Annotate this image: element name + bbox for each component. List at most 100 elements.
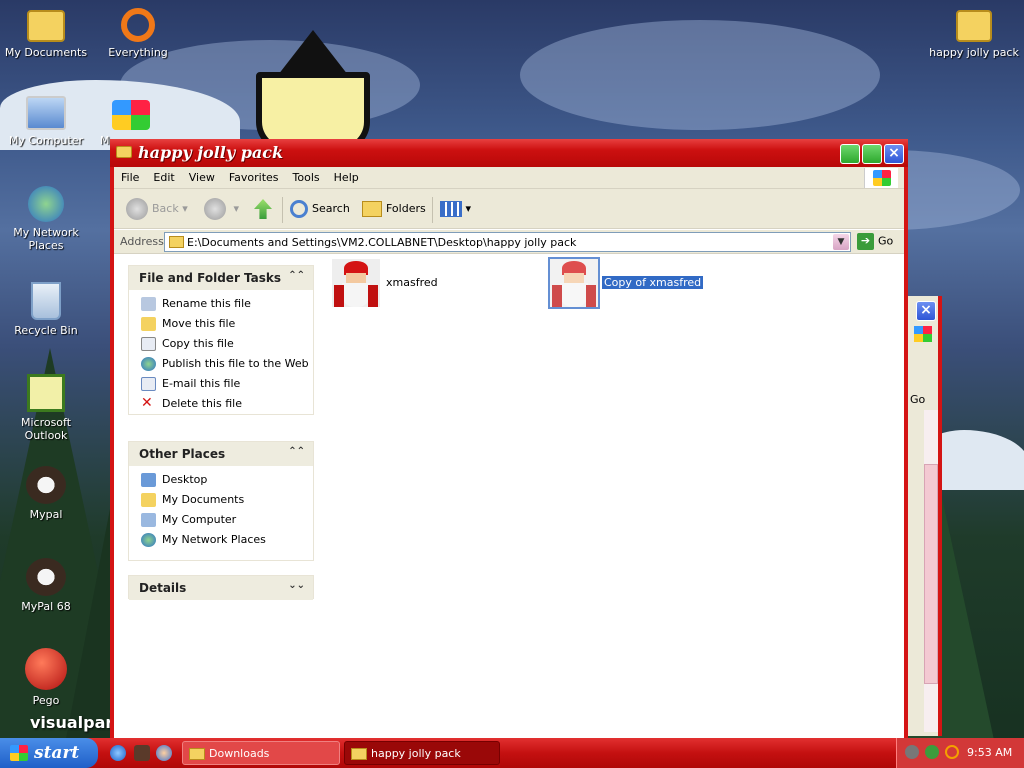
title-bar[interactable]: happy jolly pack × <box>110 139 908 167</box>
file-list[interactable]: xmasfred Copy of xmasfred <box>326 255 904 739</box>
forward-button[interactable]: ▾ <box>204 197 239 221</box>
back-button[interactable]: Back ▾ <box>126 197 188 221</box>
go-button[interactable]: ➔ Go <box>857 233 893 250</box>
search-icon[interactable] <box>945 745 959 759</box>
desktop-icon-mypal[interactable]: Mypal <box>0 466 92 521</box>
desktop-icon-happy-jolly-pack[interactable]: happy jolly pack <box>928 6 1020 59</box>
wallpaper-text: visualpar <box>30 713 114 732</box>
address-label: Address <box>120 235 164 248</box>
red-orb-icon <box>25 648 67 690</box>
folders-button[interactable]: Folders <box>362 197 426 221</box>
chevron-down-icon[interactable]: ▼ <box>833 234 849 250</box>
app-quicklaunch-icon[interactable] <box>134 745 150 761</box>
desktop-icon-everything[interactable]: Everything <box>92 6 184 59</box>
desktop-icon <box>141 473 156 487</box>
desktop-icon-my-computer[interactable]: My Computer <box>0 96 92 147</box>
place-desktop[interactable]: Desktop <box>129 470 313 490</box>
menu-view[interactable]: View <box>182 167 222 188</box>
recycle-bin-icon <box>31 282 61 320</box>
folder-icon <box>956 10 992 42</box>
panel-header[interactable]: File and Folder Tasks ⌃⌃ <box>129 266 313 290</box>
taskbar-item-downloads[interactable]: Downloads <box>182 741 340 765</box>
desktop-icon-label: MyPal 68 <box>21 600 71 613</box>
task-copy-file[interactable]: Copy this file <box>129 334 313 354</box>
close-button[interactable]: × <box>884 144 904 164</box>
computer-icon <box>141 513 156 527</box>
browser-quicklaunch-icon[interactable] <box>156 745 172 761</box>
desktop-icon-microsoft-outlook[interactable]: Microsoft Outlook <box>0 374 92 442</box>
windows-logo-icon <box>914 326 932 342</box>
desktop-icon-label: Mypal <box>29 508 63 521</box>
toolbar: Back ▾ ▾ Search Folders ▾ <box>114 189 904 229</box>
address-input[interactable]: E:\Documents and Settings\VM2.COLLABNET\… <box>164 232 851 252</box>
task-publish-web[interactable]: Publish this file to the Web <box>129 354 313 374</box>
go-button[interactable]: Go <box>910 393 925 406</box>
chevron-up-icon[interactable]: ⌃⌃ <box>288 446 305 457</box>
app-shortcut-icon <box>112 100 150 130</box>
raccoon-icon <box>26 558 66 596</box>
desktop-icon-mypal-68[interactable]: MyPal 68 <box>0 558 92 613</box>
maximize-button[interactable] <box>862 144 882 164</box>
minimize-button[interactable] <box>840 144 860 164</box>
tray-icon-2[interactable] <box>925 745 939 759</box>
folders-label: Folders <box>386 202 426 215</box>
window-title: happy jolly pack <box>138 143 284 162</box>
views-button[interactable]: ▾ <box>440 197 471 221</box>
taskbar-item-happy-jolly-pack[interactable]: happy jolly pack <box>344 741 500 765</box>
menu-favorites[interactable]: Favorites <box>222 167 286 188</box>
menu-file[interactable]: File <box>114 167 146 188</box>
panel-header[interactable]: Details ⌄⌄ <box>129 576 313 600</box>
raccoon-icon <box>26 466 66 504</box>
desktop-icon-my-documents[interactable]: My Documents <box>0 6 92 59</box>
place-my-computer[interactable]: My Computer <box>129 510 313 530</box>
windows-logo-icon <box>10 745 28 761</box>
task-email-file[interactable]: E-mail this file <box>129 374 313 394</box>
task-label: happy jolly pack <box>371 747 461 760</box>
outlook-icon <box>27 374 65 412</box>
delete-x-icon: ✕ <box>141 395 153 411</box>
panel-header[interactable]: Other Places ⌃⌃ <box>129 442 313 466</box>
task-move-file[interactable]: Move this file <box>129 314 313 334</box>
back-label: Back <box>152 202 179 215</box>
chevron-down-icon[interactable]: ⌄⌄ <box>288 580 305 591</box>
file-name: xmasfred <box>386 276 438 289</box>
file-folder-tasks-panel: File and Folder Tasks ⌃⌃ Rename this file… <box>128 265 314 415</box>
folders-icon <box>362 201 382 217</box>
file-item-xmasfred[interactable]: xmasfred <box>332 259 492 307</box>
other-places-panel: Other Places ⌃⌃ Desktop My Documents My C… <box>128 441 314 561</box>
views-icon <box>440 201 462 217</box>
tray-icon-1[interactable] <box>905 745 919 759</box>
task-delete-file[interactable]: ✕ Delete this file <box>129 394 313 414</box>
place-my-documents[interactable]: My Documents <box>129 490 313 510</box>
go-arrow-icon: ➔ <box>857 233 874 250</box>
file-item-copy-of-xmasfred[interactable]: Copy of xmasfred <box>548 257 730 309</box>
internet-explorer-icon[interactable] <box>110 745 126 761</box>
place-label: My Computer <box>162 513 237 526</box>
computer-icon <box>26 96 66 130</box>
desktop-icon-my-network-places[interactable]: My Network Places <box>0 186 92 252</box>
search-button[interactable]: Search <box>290 197 350 221</box>
desktop-icon-label: My Network Places <box>13 226 79 252</box>
scrollbar-thumb[interactable] <box>924 464 938 684</box>
back-arrow-icon <box>126 198 148 220</box>
network-globe-icon <box>141 533 156 547</box>
start-button[interactable]: start <box>0 738 98 768</box>
panel-title: File and Folder Tasks <box>139 271 282 285</box>
menu-tools[interactable]: Tools <box>286 167 327 188</box>
folder-icon <box>141 493 156 507</box>
task-rename-file[interactable]: Rename this file <box>129 294 313 314</box>
task-label: Downloads <box>209 747 270 760</box>
go-label: Go <box>878 234 894 248</box>
menu-help[interactable]: Help <box>327 167 366 188</box>
email-icon <box>141 377 156 391</box>
menu-edit[interactable]: Edit <box>146 167 181 188</box>
desktop-icon-label: Everything <box>108 46 168 59</box>
place-my-network-places[interactable]: My Network Places <box>129 530 313 550</box>
chevron-up-icon[interactable]: ⌃⌃ <box>288 270 305 281</box>
desktop-icon-recycle-bin[interactable]: Recycle Bin <box>0 282 92 337</box>
explorer-window: happy jolly pack × File Edit View Favorites… <box>110 139 908 739</box>
close-icon[interactable]: × <box>916 301 936 321</box>
background-window[interactable]: × Go <box>908 296 942 736</box>
up-folder-button[interactable] <box>254 197 272 221</box>
desktop-icon-pego[interactable]: Pego <box>0 648 92 707</box>
